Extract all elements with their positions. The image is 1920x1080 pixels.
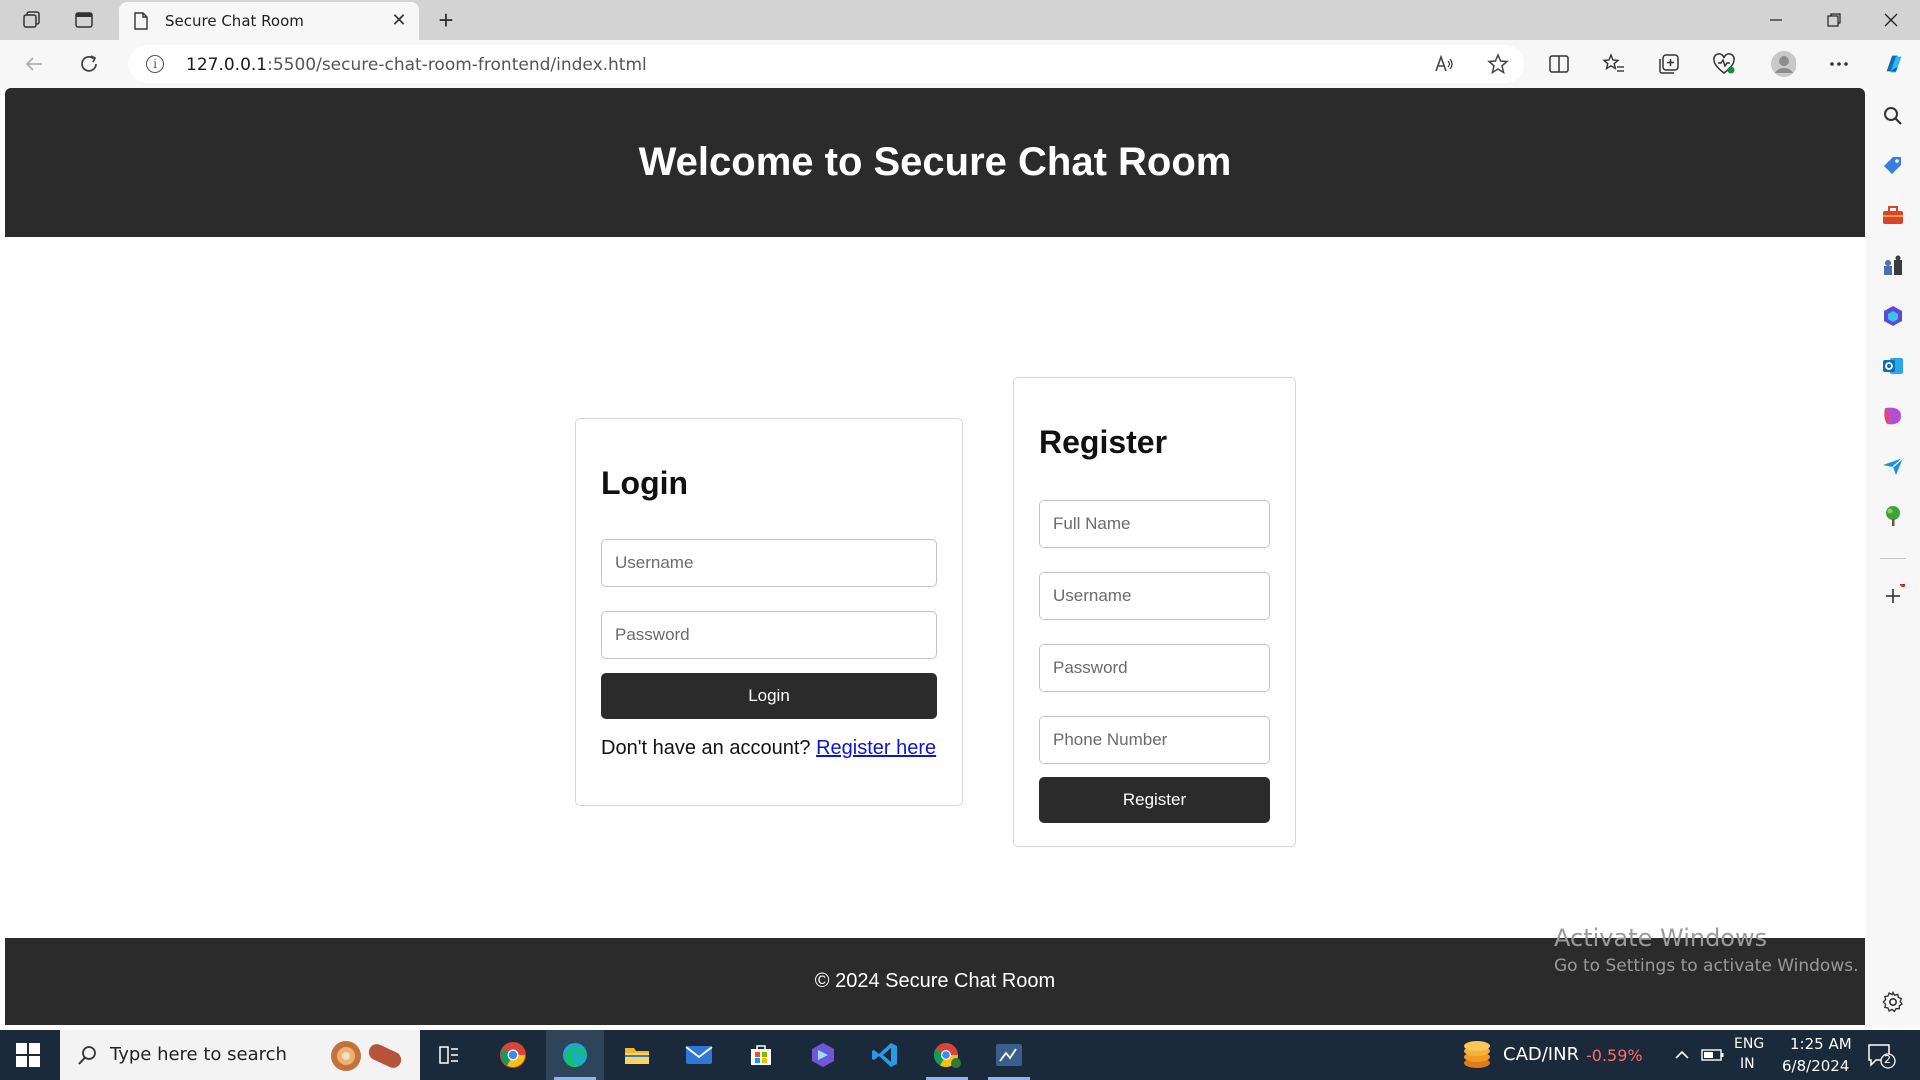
site-header: Welcome to Secure Chat Room [5, 88, 1865, 237]
tab-actions-icon[interactable] [72, 8, 96, 32]
ticker-symbol[interactable]: CAD/INR [1503, 1044, 1579, 1065]
clock-date[interactable]: 6/8/2024 [1782, 1057, 1849, 1075]
register-prompt-text: Don't have an account? [601, 737, 811, 759]
notifications-icon[interactable]: 2 [1866, 1042, 1896, 1070]
language-region[interactable]: IN [1740, 1056, 1755, 1072]
page-title: Welcome to Secure Chat Room [638, 140, 1232, 184]
url-host: 127.0.0.1 [186, 55, 268, 75]
show-hidden-icons-chevron-icon[interactable] [1670, 1043, 1694, 1067]
designer-icon[interactable] [1881, 404, 1905, 428]
taskbar-search-placeholder: Type here to search [110, 1044, 287, 1065]
terminal-app-icon[interactable] [980, 1030, 1038, 1080]
register-password-input[interactable] [1039, 644, 1270, 692]
collections-icon[interactable] [1656, 51, 1682, 77]
url-path: :5500/secure-chat-room-frontend/index.ht… [267, 55, 647, 75]
currency-coins-icon[interactable] [1462, 1039, 1492, 1071]
search-icon[interactable] [1881, 104, 1905, 128]
login-heading: Login [601, 465, 689, 501]
page-icon [134, 12, 148, 30]
task-view-icon[interactable] [420, 1030, 478, 1080]
mail-icon[interactable] [670, 1030, 728, 1080]
close-window-icon[interactable] [1877, 6, 1905, 34]
workspaces-icon[interactable] [20, 8, 44, 32]
ticker-change: -0.59% [1586, 1046, 1643, 1065]
add-sidebar-app-icon[interactable] [1881, 581, 1906, 608]
microsoft-365-icon[interactable] [1881, 304, 1905, 328]
watermark-subtitle: Go to Settings to activate Windows. [1554, 956, 1859, 976]
favorite-star-icon[interactable] [1486, 52, 1510, 76]
register-heading: Register [1039, 424, 1168, 460]
register-here-link[interactable]: Register here [816, 737, 936, 759]
login-username-input[interactable] [601, 539, 937, 587]
chrome-profile-taskbar-icon[interactable] [918, 1030, 976, 1080]
outlook-icon[interactable] [1881, 354, 1905, 378]
sidebar-settings-gear-icon[interactable] [1881, 990, 1905, 1014]
watermark-title: Activate Windows [1554, 924, 1768, 952]
tree-icon[interactable] [1881, 504, 1905, 528]
restore-icon[interactable] [1820, 6, 1848, 34]
register-username-input[interactable] [1039, 572, 1270, 620]
minimize-icon[interactable] [1762, 6, 1790, 34]
notification-count: 2 [1884, 1053, 1891, 1066]
register-button[interactable]: Register [1039, 777, 1270, 823]
clock-time[interactable]: 1:25 AM [1790, 1035, 1852, 1053]
split-screen-icon[interactable] [1546, 51, 1572, 77]
edge-taskbar-icon[interactable] [546, 1030, 604, 1080]
site-info-icon[interactable]: i [146, 55, 164, 73]
browser-essentials-icon[interactable] [1711, 51, 1737, 77]
tab-title: Secure Chat Room [165, 12, 304, 30]
copilot-icon[interactable] [1881, 51, 1907, 77]
refresh-icon[interactable] [75, 50, 103, 78]
address-bar[interactable]: i 127.0.0.1:5500/secure-chat-room-fronte… [128, 45, 1524, 83]
register-card: Register Register [1013, 377, 1296, 847]
vscode-icon[interactable] [856, 1030, 914, 1080]
login-password-input[interactable] [601, 611, 937, 659]
login-button[interactable]: Login [601, 673, 937, 719]
new-tab-button[interactable]: + [432, 5, 460, 35]
browser-toolbar: i 127.0.0.1:5500/secure-chat-room-fronte… [0, 40, 1920, 88]
profile-avatar[interactable] [1770, 51, 1796, 77]
windows-start-icon[interactable] [16, 1043, 40, 1067]
register-phone-input[interactable] [1039, 716, 1270, 764]
activate-windows-watermark: Activate Windows Go to Settings to activ… [1554, 924, 1859, 976]
page-viewport: Welcome to Secure Chat Room Login Login … [5, 88, 1865, 1025]
favorites-icon[interactable] [1601, 51, 1627, 77]
microsoft-store-icon[interactable] [732, 1030, 790, 1080]
chrome-taskbar-icon[interactable] [484, 1030, 542, 1080]
browser-tab-active[interactable]: Secure Chat Room ✕ [119, 2, 419, 40]
shopping-tag-icon[interactable] [1881, 154, 1905, 178]
games-icon[interactable] [1881, 254, 1905, 278]
edge-sidebar [1866, 88, 1920, 1028]
more-menu-icon[interactable] [1826, 51, 1852, 77]
read-aloud-icon[interactable] [1432, 52, 1456, 76]
battery-icon[interactable] [1700, 1043, 1726, 1067]
footer-copyright: © 2024 Secure Chat Room [814, 970, 1056, 992]
windows-taskbar: Type here to search CAD/INR -0.59% ENG I… [0, 1030, 1920, 1080]
file-explorer-icon[interactable] [608, 1030, 666, 1080]
taskbar-search-icon [78, 1046, 96, 1065]
power-automate-icon[interactable] [794, 1030, 852, 1080]
search-highlight-food-icon [331, 1041, 402, 1071]
close-tab-icon[interactable]: ✕ [389, 10, 409, 30]
register-prompt: Don't have an account? Register here [601, 737, 936, 760]
browser-title-bar: Secure Chat Room ✕ + [0, 0, 1920, 40]
login-card: Login Login Don't have an account? Regis… [575, 418, 963, 806]
language-code[interactable]: ENG [1734, 1036, 1764, 1052]
register-fullname-input[interactable] [1039, 500, 1270, 548]
tools-icon[interactable] [1881, 204, 1905, 228]
url-text[interactable]: 127.0.0.1:5500/secure-chat-room-frontend… [186, 55, 647, 75]
send-icon[interactable] [1881, 454, 1905, 478]
sidebar-divider [1880, 558, 1906, 559]
back-arrow-icon[interactable] [20, 50, 48, 78]
taskbar-search-box[interactable]: Type here to search [60, 1030, 420, 1080]
